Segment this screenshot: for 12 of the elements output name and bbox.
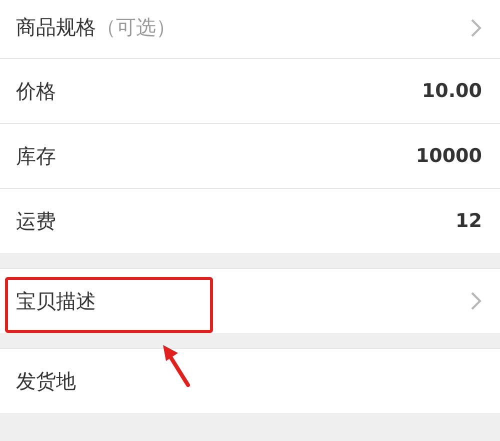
field-label: 发货地 <box>16 368 76 394</box>
chevron-right-icon[interactable] <box>470 291 482 311</box>
optional-hint: （可选） <box>96 14 176 41</box>
field-value: 10000 <box>416 145 482 167</box>
chevron-right-icon[interactable] <box>470 18 482 38</box>
field-label: 价格 <box>16 78 56 104</box>
field-label: 运费 <box>16 208 56 234</box>
field-value: 10.00 <box>422 80 482 102</box>
field-value: 12 <box>456 210 482 232</box>
field-label: 库存 <box>16 142 56 170</box>
field-label: 商品规格 <box>16 14 96 41</box>
field-label: 宝贝描述 <box>16 288 96 314</box>
